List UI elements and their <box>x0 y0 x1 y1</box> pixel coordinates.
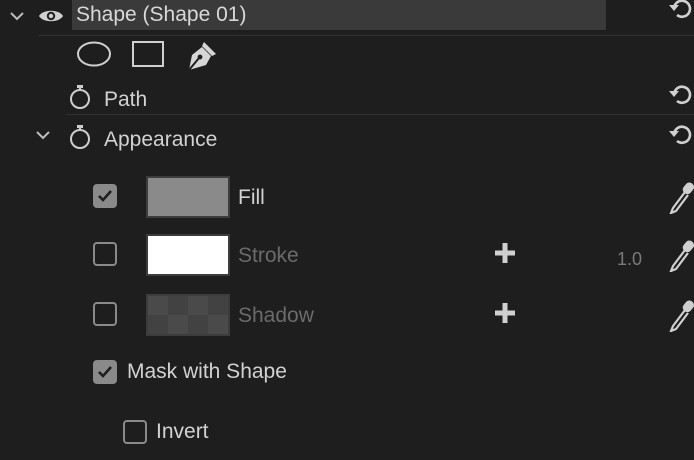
plus-icon[interactable] <box>494 302 516 324</box>
shadow-color-swatch[interactable] <box>146 294 230 336</box>
fill-color-swatch[interactable] <box>146 176 230 218</box>
reset-icon[interactable] <box>668 82 694 108</box>
effect-controls-panel: Shape (Shape 01) Path Appearance Fill St… <box>0 0 694 460</box>
rectangle-icon[interactable] <box>131 40 165 68</box>
stroke-width-value[interactable]: 1.0 <box>617 249 642 270</box>
checkmark-icon <box>98 366 112 378</box>
fill-label: Fill <box>238 186 265 209</box>
path-label: Path <box>104 88 148 111</box>
stroke-color-swatch[interactable] <box>146 234 230 276</box>
shadow-label: Shadow <box>238 304 314 327</box>
eye-icon[interactable] <box>38 7 64 25</box>
invert-label: Invert <box>156 420 209 443</box>
invert-checkbox[interactable] <box>123 420 147 444</box>
chevron-down-icon[interactable] <box>34 126 52 144</box>
stopwatch-icon[interactable] <box>68 84 92 110</box>
ellipse-icon[interactable] <box>76 40 112 68</box>
divider <box>66 114 694 115</box>
stroke-label: Stroke <box>238 244 299 267</box>
eyedropper-icon[interactable] <box>668 180 694 214</box>
layer-name: Shape (Shape 01) <box>76 3 247 26</box>
shadow-checkbox[interactable] <box>93 302 117 326</box>
appearance-label: Appearance <box>104 128 218 151</box>
reset-icon[interactable] <box>668 122 694 148</box>
divider <box>38 35 694 36</box>
fill-checkbox[interactable] <box>93 184 117 208</box>
pen-icon[interactable] <box>184 38 220 72</box>
eyedropper-icon[interactable] <box>668 238 694 272</box>
checkmark-icon <box>98 190 112 202</box>
eyedropper-icon[interactable] <box>668 298 694 332</box>
checkerboard-pattern <box>148 296 228 334</box>
stroke-checkbox[interactable] <box>93 242 117 266</box>
plus-icon[interactable] <box>494 242 516 264</box>
stopwatch-icon[interactable] <box>68 124 92 150</box>
reset-icon[interactable] <box>668 0 694 22</box>
mask-with-shape-checkbox[interactable] <box>93 360 117 384</box>
chevron-down-icon[interactable] <box>8 7 26 25</box>
mask-with-shape-label: Mask with Shape <box>127 360 287 383</box>
